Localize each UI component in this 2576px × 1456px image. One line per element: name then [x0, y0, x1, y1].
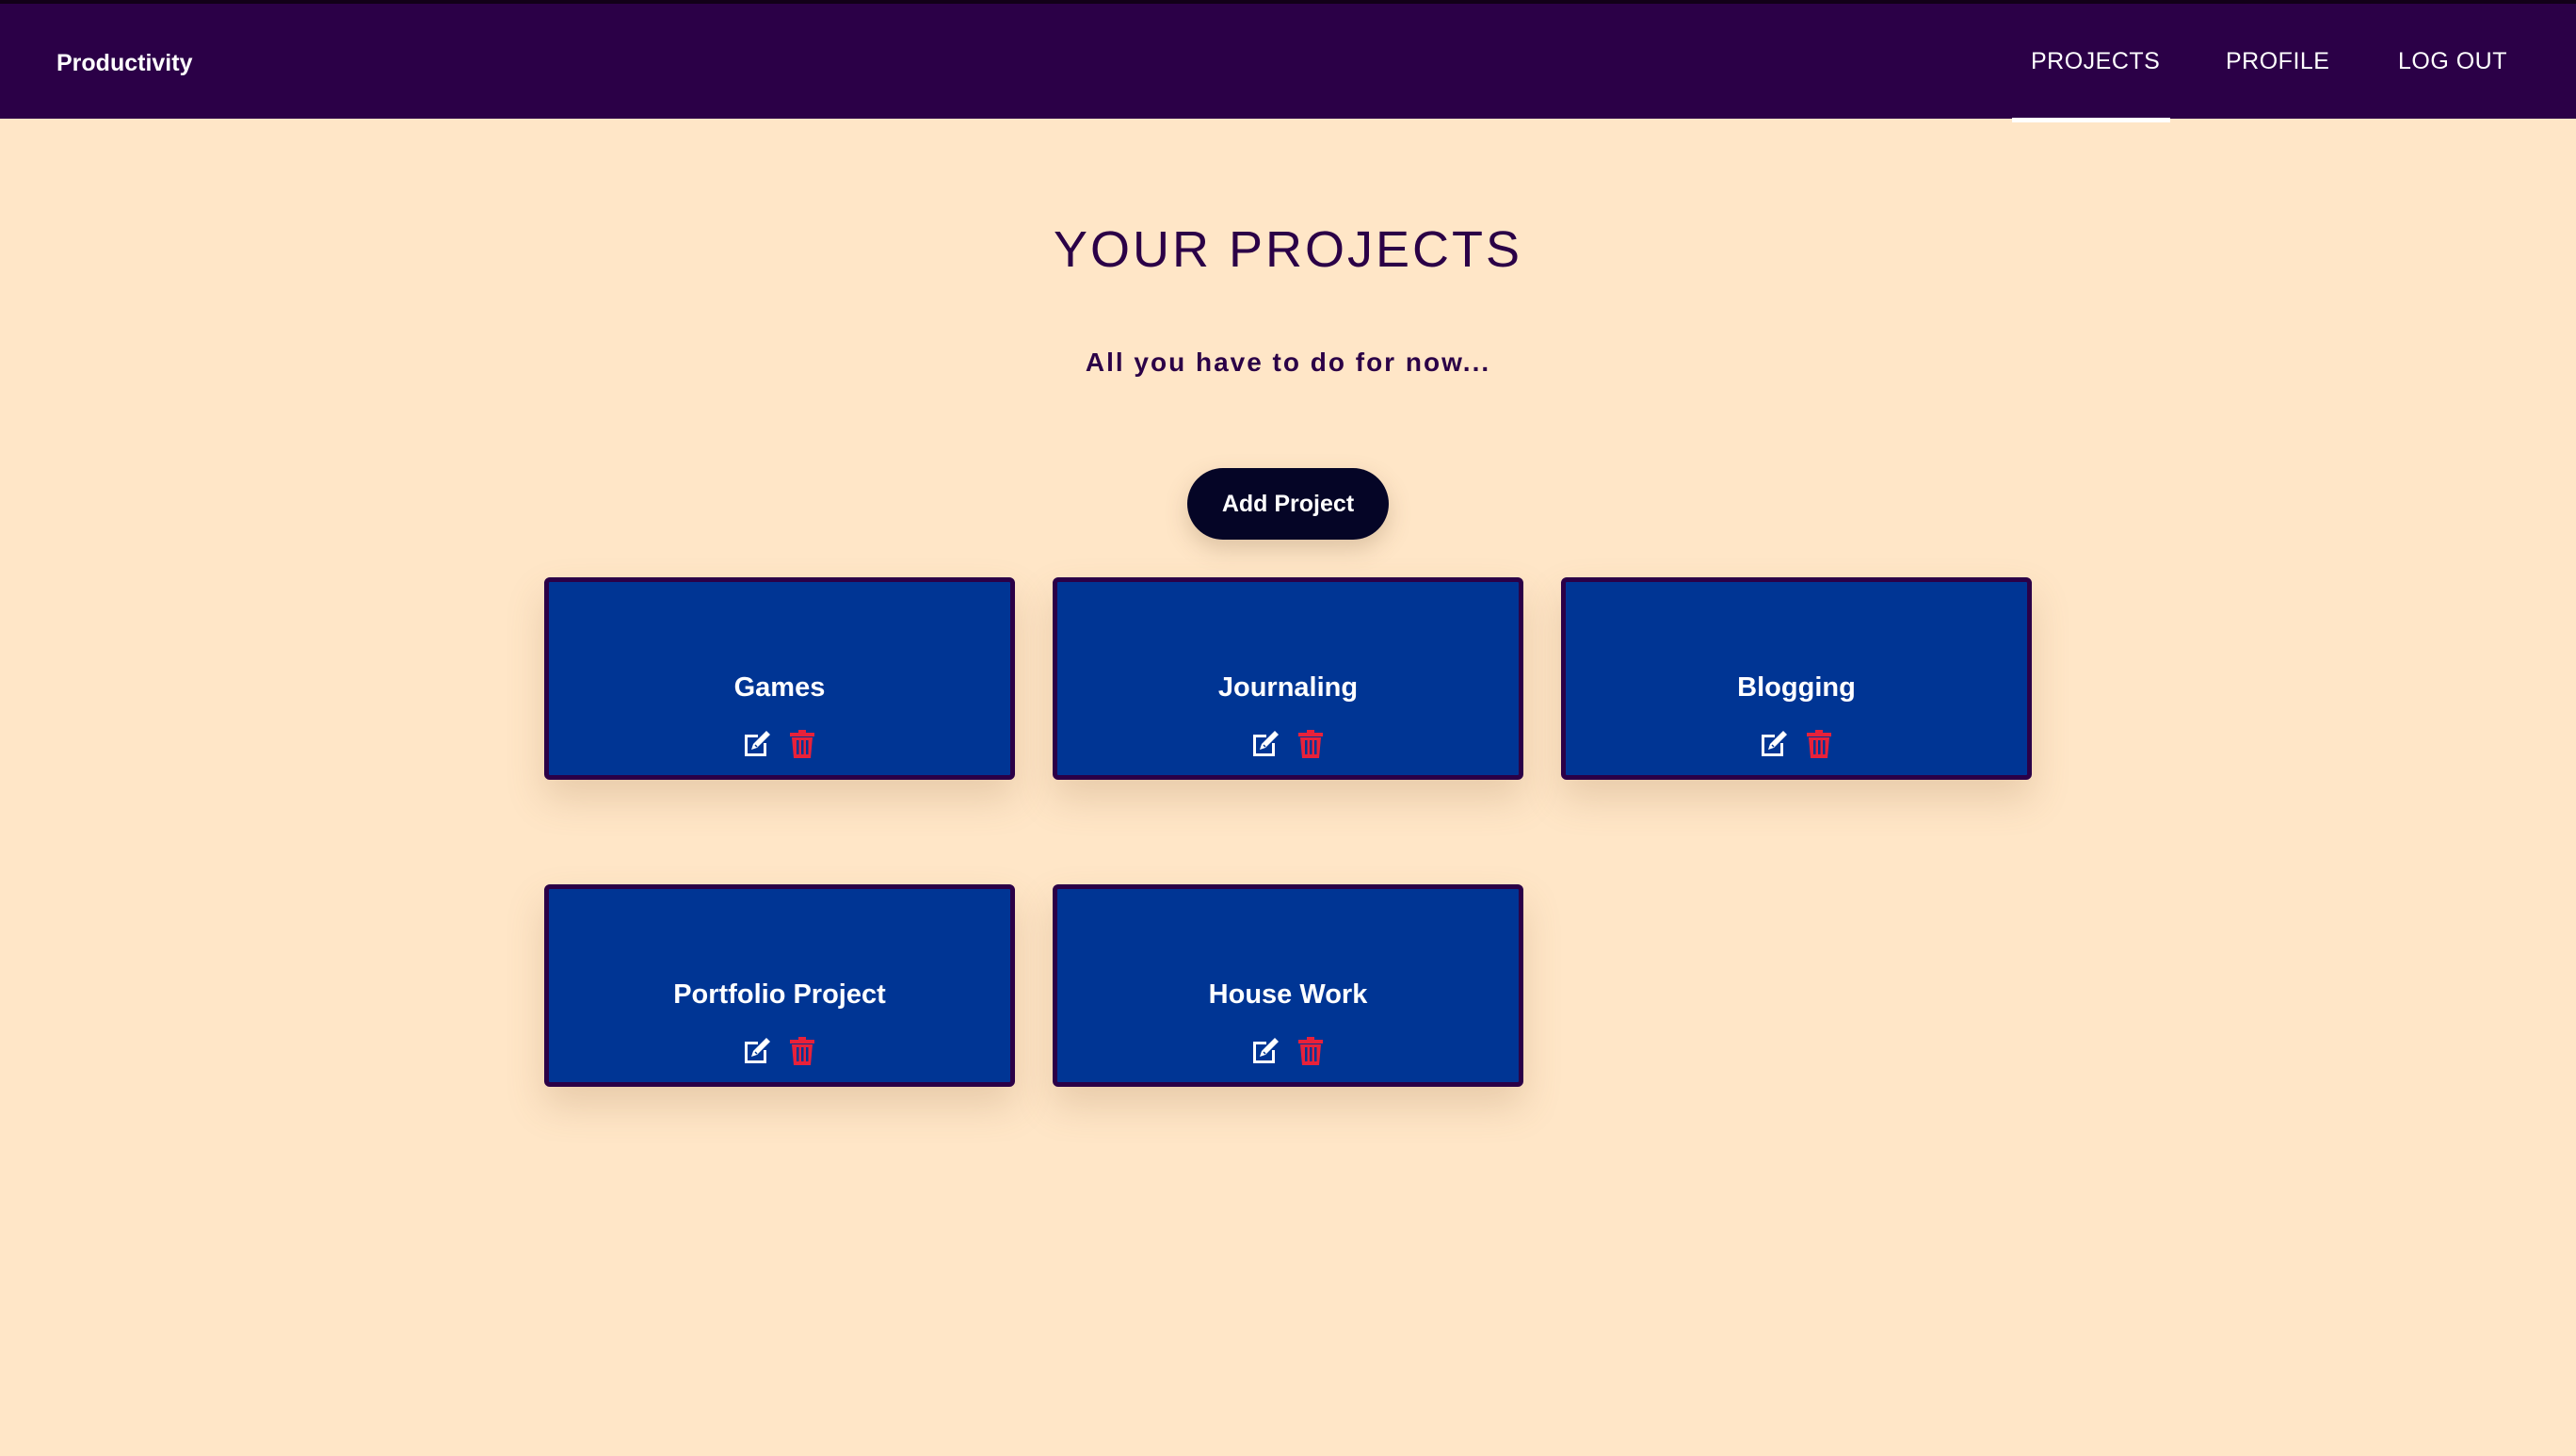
edit-icon[interactable]	[1249, 1035, 1281, 1067]
nav-projects-link[interactable]: PROJECTS	[2031, 47, 2160, 75]
project-card-title: House Work	[1208, 979, 1368, 1010]
project-card-actions	[1057, 728, 1519, 760]
project-card-blogging[interactable]: Blogging	[1561, 577, 2032, 780]
project-card-games[interactable]: Games	[544, 577, 1015, 780]
active-nav-indicator	[2012, 118, 2170, 122]
project-card-portfolio-project[interactable]: Portfolio Project	[544, 884, 1015, 1087]
project-card-actions	[1566, 728, 2027, 760]
project-card-actions	[549, 728, 1010, 760]
top-navbar: Productivity PROJECTS PROFILE LOG OUT	[0, 0, 2576, 122]
trash-icon[interactable]	[786, 1035, 818, 1067]
project-card-actions	[1057, 1035, 1519, 1067]
project-card-house-work[interactable]: House Work	[1053, 884, 1523, 1087]
project-card-actions	[549, 1035, 1010, 1067]
trash-icon[interactable]	[786, 728, 818, 760]
brand-logo[interactable]: Productivity	[56, 49, 192, 77]
page-subtitle: All you have to do for now...	[1085, 348, 1491, 377]
project-card-title: Blogging	[1737, 672, 1856, 703]
edit-icon[interactable]	[1758, 728, 1790, 760]
add-project-button[interactable]: Add Project	[1187, 468, 1389, 540]
trash-icon[interactable]	[1295, 1035, 1327, 1067]
project-card-journaling[interactable]: Journaling	[1053, 577, 1523, 780]
trash-icon[interactable]	[1295, 728, 1327, 760]
project-card-title: Portfolio Project	[673, 979, 886, 1010]
project-card-title: Games	[733, 672, 826, 703]
nav-logout-link[interactable]: LOG OUT	[2398, 47, 2507, 75]
edit-icon[interactable]	[741, 728, 773, 760]
trash-icon[interactable]	[1803, 728, 1835, 760]
page-title: YOUR PROJECTS	[1053, 221, 1523, 278]
edit-icon[interactable]	[741, 1035, 773, 1067]
nav-profile-link[interactable]: PROFILE	[2226, 47, 2329, 75]
project-card-title: Journaling	[1217, 672, 1359, 703]
edit-icon[interactable]	[1249, 728, 1281, 760]
